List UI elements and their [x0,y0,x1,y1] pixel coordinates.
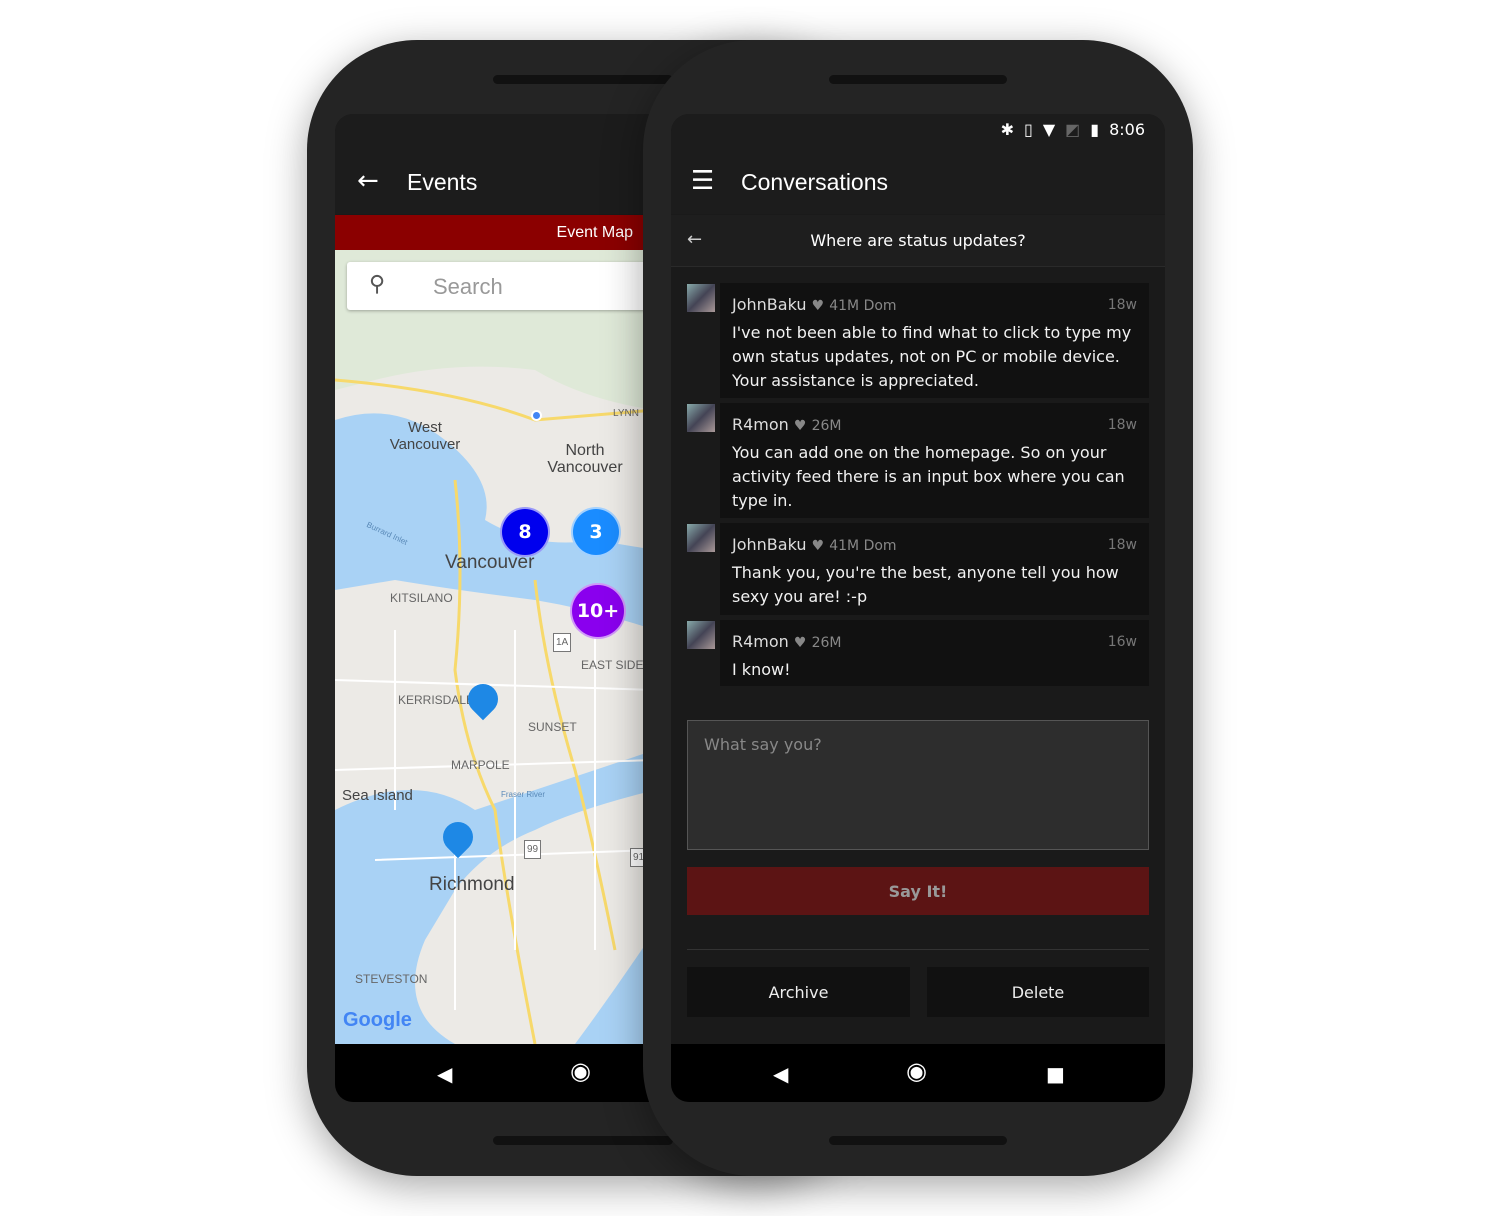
button-label: Delete [1011,982,1065,1002]
author-meta: 41M Dom [829,298,897,314]
no-sim-icon: ◩ [1065,120,1081,139]
message-item: R4mon ♥ 26M 16w I know! [720,620,1149,686]
search-input[interactable]: ⚲ Search [347,262,655,310]
google-logo: Google [343,1009,412,1031]
message-header: R4mon ♥ 26M [732,415,841,434]
back-arrow-icon[interactable]: ← [357,166,379,196]
message-time: 16w [1107,634,1137,650]
nav-back-icon[interactable]: ◀ [437,1062,452,1086]
map-label: North Vancouver [547,442,623,476]
author-meta: 26M [811,635,842,651]
search-icon: ⚲ [369,272,386,297]
event-cluster[interactable]: 10+ [570,583,626,639]
wifi-icon: ▼ [1042,120,1056,139]
message-time: 18w [1107,537,1137,553]
conversations-screen: ✱ ▯ ▼ ◩ ▮ 8:06 ☰ Conversations ← Where a… [671,114,1165,1102]
avatar[interactable] [687,524,715,552]
message-author[interactable]: JohnBaku [732,295,806,314]
map-label: SUNSET [528,720,577,734]
author-meta: 41M Dom [829,538,897,554]
search-placeholder: Search [433,274,503,299]
bluetooth-icon: ✱ [1000,120,1014,139]
map-label: KITSILANO [390,591,453,605]
map-label: LYNN [613,408,639,419]
map-label: Fraser River [501,790,546,799]
nav-bar: ◀ ◉ [335,1044,655,1102]
message-time: 18w [1107,297,1137,313]
nav-recents-icon[interactable]: ■ [1046,1062,1065,1086]
message-author[interactable]: R4mon [732,415,789,434]
conversation-header: ← Where are status updates? [671,215,1165,267]
map[interactable]: ⚲ Search West Vancouver North Vancouver … [335,250,655,1044]
tab-label: Event Map [556,224,633,241]
say-it-button[interactable]: Say It! [687,867,1149,915]
highway-shield: 1A [553,633,572,652]
page-title: Conversations [741,169,889,195]
button-label: Archive [768,982,829,1002]
nav-home-icon[interactable]: ◉ [570,1057,591,1085]
map-label: MARPOLE [451,758,510,772]
map-label: Sea Island [342,787,413,804]
nav-bar: ◀ ◉ ■ [671,1044,1165,1102]
map-label: KERRISDALE [398,693,475,707]
page-title: Events [407,169,478,195]
message-item: R4mon ♥ 26M 18w You can add one on the h… [720,403,1149,518]
message-text: Thank you, you're the best, anyone tell … [732,563,1119,606]
app-bar: ← Events [335,114,655,214]
message-text: I know! [732,660,791,679]
speaker [829,75,1007,84]
message-item: JohnBaku ♥ 41M Dom 18w Thank you, you're… [720,523,1149,615]
message-header: JohnBaku ♥ 41M Dom [732,295,897,314]
conversation-subject: Where are status updates? [810,231,1026,250]
events-screen: ← Events Event Map ⚲ Search West Vancouv… [335,114,655,1102]
message-time: 18w [1107,417,1137,433]
clock: 8:06 [1109,120,1145,139]
heart-icon: ♥ [811,298,825,314]
reply-input[interactable]: What say you? [687,720,1149,850]
delete-button[interactable]: Delete [927,967,1149,1017]
message-text: I've not been able to find what to click… [732,323,1132,390]
message-author[interactable]: R4mon [732,632,789,651]
divider [687,949,1149,950]
avatar[interactable] [687,284,715,312]
heart-icon: ♥ [793,635,807,651]
reply-placeholder: What say you? [704,735,822,754]
message-header: JohnBaku ♥ 41M Dom [732,535,897,554]
event-cluster[interactable]: 8 [500,507,550,557]
map-label: STEVESTON [355,972,428,986]
map-graphics [335,250,655,1044]
current-location-dot [531,410,542,421]
heart-icon: ♥ [793,418,807,434]
right-phone: ✱ ▯ ▼ ◩ ▮ 8:06 ☰ Conversations ← Where a… [643,40,1193,1176]
message-text: You can add one on the homepage. So on y… [732,443,1125,510]
battery-icon: ▮ [1090,120,1100,139]
vibrate-icon: ▯ [1024,120,1033,139]
cluster-count: 10+ [576,600,620,622]
status-bar: ✱ ▯ ▼ ◩ ▮ 8:06 [1001,120,1145,139]
nav-home-icon[interactable]: ◉ [906,1057,927,1085]
speaker [493,75,673,84]
event-cluster[interactable]: 3 [571,507,621,557]
nav-back-icon[interactable]: ◀ [773,1062,788,1086]
avatar[interactable] [687,621,715,649]
avatar[interactable] [687,404,715,432]
menu-icon[interactable]: ☰ [691,166,714,196]
tab-event-map[interactable]: Event Map [335,215,655,250]
map-label: Richmond [429,874,515,895]
message-author[interactable]: JohnBaku [732,535,806,554]
author-meta: 26M [811,418,842,434]
cluster-count: 3 [589,521,603,543]
highway-shield: 99 [524,840,542,859]
message-header: R4mon ♥ 26M [732,632,841,651]
cluster-count: 8 [518,521,532,543]
speaker [493,1136,673,1145]
map-label: EAST SIDE [581,658,644,672]
button-label: Say It! [888,881,948,901]
map-label: West Vancouver [389,419,461,453]
app-bar: ✱ ▯ ▼ ◩ ▮ 8:06 ☰ Conversations [671,114,1165,214]
archive-button[interactable]: Archive [687,967,910,1017]
message-item: JohnBaku ♥ 41M Dom 18w I've not been abl… [720,283,1149,398]
speaker [829,1136,1007,1145]
heart-icon: ♥ [811,538,825,554]
